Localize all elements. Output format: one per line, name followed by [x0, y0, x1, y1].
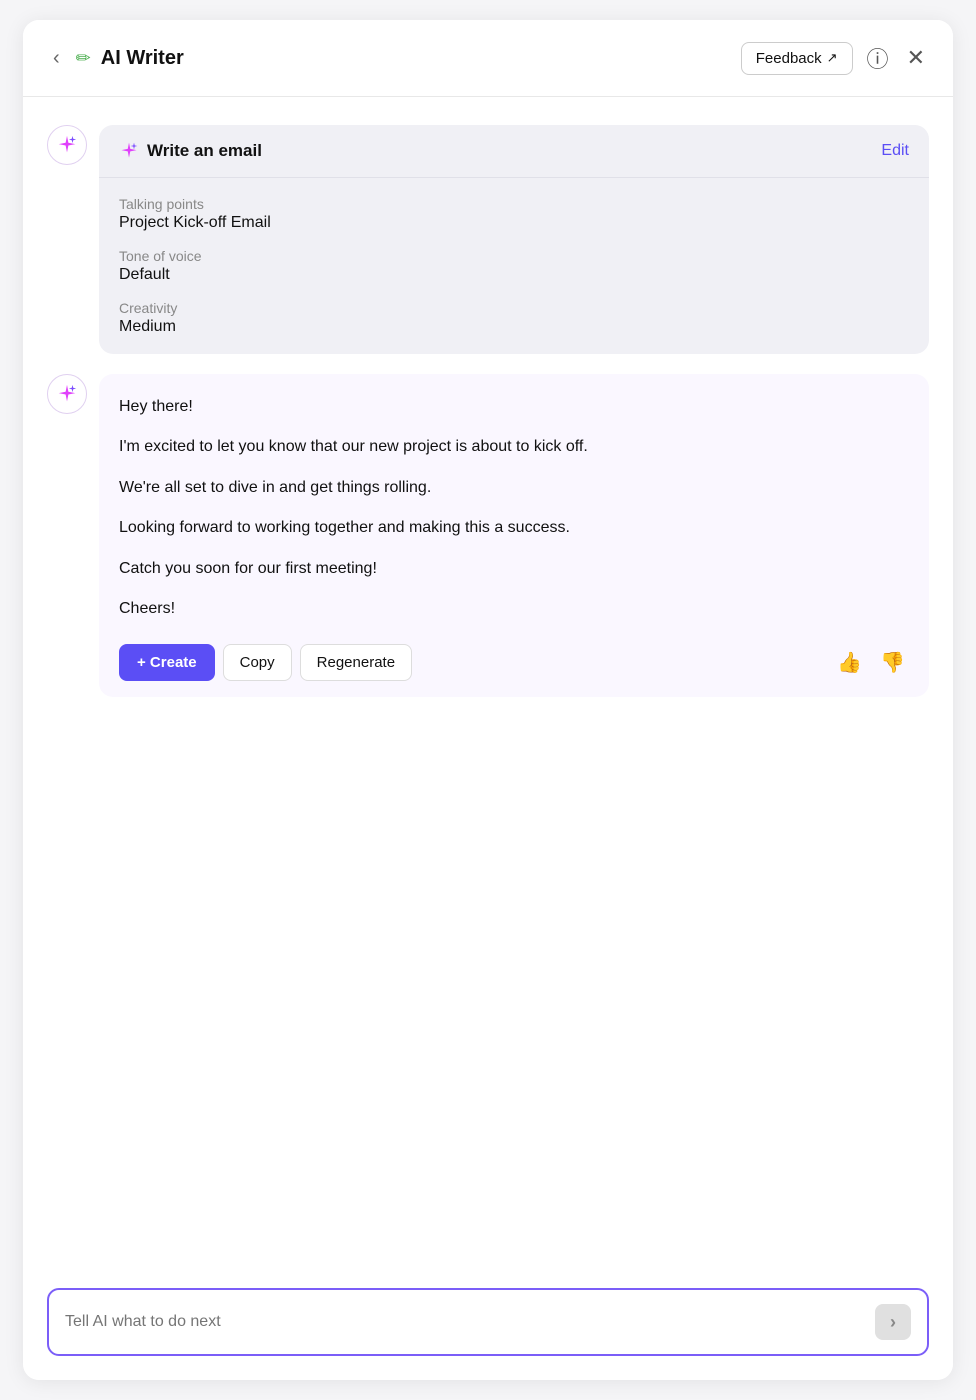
- feedback-label: Feedback: [756, 50, 822, 67]
- close-icon: ✕: [907, 45, 925, 70]
- response-para-5: Catch you soon for our first meeting!: [119, 556, 909, 582]
- input-wrapper: ›: [47, 1288, 929, 1356]
- external-link-icon: ↗: [827, 50, 838, 66]
- info-icon: ⓘ: [867, 47, 889, 72]
- thumbs-down-icon: 👎: [880, 652, 905, 674]
- ai-avatar: [47, 125, 87, 165]
- prompt-header-left: Write an email: [119, 141, 262, 161]
- prompt-row: Write an email Edit Talking points Proje…: [47, 125, 929, 354]
- param-label-tone: Tone of voice: [119, 248, 909, 264]
- response-para-3: We're all set to dive in and get things …: [119, 475, 909, 501]
- content-area: Write an email Edit Talking points Proje…: [23, 97, 953, 1272]
- info-button[interactable]: ⓘ: [863, 38, 893, 78]
- response-actions: + Create Copy Regenerate 👍 👎: [119, 644, 909, 681]
- param-label-talking-points: Talking points: [119, 196, 909, 212]
- ai-input[interactable]: [65, 1313, 865, 1331]
- prompt-card: Write an email Edit Talking points Proje…: [99, 125, 929, 354]
- back-button[interactable]: ‹: [47, 44, 66, 72]
- thumbs-up-icon: 👍: [837, 652, 862, 674]
- thumbs-up-button[interactable]: 👍: [833, 646, 866, 679]
- response-card: Hey there! I'm excited to let you know t…: [99, 374, 929, 697]
- prompt-card-header: Write an email Edit: [99, 125, 929, 178]
- param-label-creativity: Creativity: [119, 300, 909, 316]
- header: ‹ ✏ AI Writer Feedback ↗ ⓘ ✕: [23, 20, 953, 97]
- response-para-6: Cheers!: [119, 596, 909, 622]
- param-value-tone: Default: [119, 266, 909, 284]
- sparkle-response-avatar-icon: [56, 383, 78, 405]
- pencil-icon: ✏: [76, 48, 91, 69]
- header-left: ‹ ✏ AI Writer: [47, 44, 184, 72]
- app-title: AI Writer: [101, 47, 184, 70]
- feedback-button[interactable]: Feedback ↗: [741, 42, 853, 75]
- edit-button[interactable]: Edit: [881, 142, 909, 160]
- param-tone: Tone of voice Default: [119, 248, 909, 284]
- thumbs-down-button[interactable]: 👎: [876, 646, 909, 679]
- back-icon: ‹: [53, 47, 60, 69]
- input-area: ›: [23, 1272, 953, 1380]
- create-button[interactable]: + Create: [119, 644, 215, 681]
- param-value-talking-points: Project Kick-off Email: [119, 214, 909, 232]
- header-right: Feedback ↗ ⓘ ✕: [741, 38, 929, 78]
- close-button[interactable]: ✕: [903, 41, 929, 75]
- prompt-card-body: Talking points Project Kick-off Email To…: [99, 178, 929, 354]
- sparkle-avatar-icon: [56, 134, 78, 156]
- response-para-4: Looking forward to working together and …: [119, 515, 909, 541]
- send-icon: ›: [890, 1312, 896, 1333]
- prompt-title: Write an email: [147, 141, 262, 161]
- copy-button[interactable]: Copy: [223, 644, 292, 681]
- response-para-1: Hey there!: [119, 394, 909, 420]
- response-para-2: I'm excited to let you know that our new…: [119, 434, 909, 460]
- param-creativity: Creativity Medium: [119, 300, 909, 336]
- prompt-sparkle-icon: [119, 141, 139, 161]
- param-value-creativity: Medium: [119, 318, 909, 336]
- response-text: Hey there! I'm excited to let you know t…: [119, 394, 909, 622]
- response-row: Hey there! I'm excited to let you know t…: [47, 374, 929, 697]
- app-container: ‹ ✏ AI Writer Feedback ↗ ⓘ ✕: [23, 20, 953, 1380]
- param-talking-points: Talking points Project Kick-off Email: [119, 196, 909, 232]
- feedback-icons: 👍 👎: [833, 646, 909, 679]
- response-ai-avatar: [47, 374, 87, 414]
- send-button[interactable]: ›: [875, 1304, 911, 1340]
- regenerate-button[interactable]: Regenerate: [300, 644, 412, 681]
